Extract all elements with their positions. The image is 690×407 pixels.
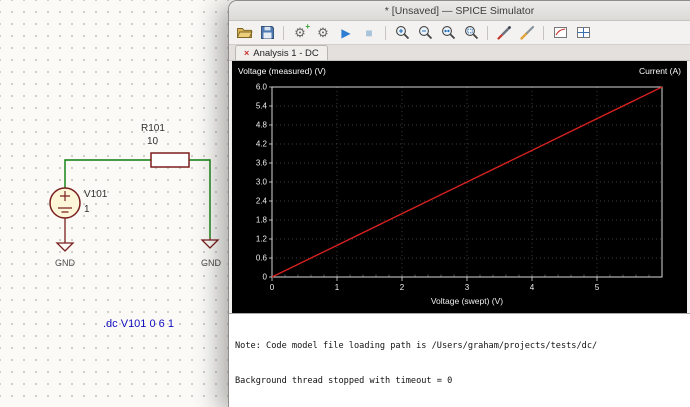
tune-icon xyxy=(519,24,536,41)
show-cursors-button[interactable] xyxy=(572,23,594,43)
open-folder-icon xyxy=(236,24,253,41)
plot-header: Voltage (measured) (V) Current (A) xyxy=(232,61,687,77)
svg-text:0: 0 xyxy=(270,283,275,292)
wire-right[interactable] xyxy=(189,160,210,238)
spice-simulator-window: * [Unsaved] — SPICE Simulator ⚙ + xyxy=(228,0,690,407)
tab-label: Analysis 1 - DC xyxy=(253,48,318,59)
gnd-triangle xyxy=(57,243,73,251)
svg-text:6.0: 6.0 xyxy=(256,83,268,92)
zoom-fit-screen-button[interactable] xyxy=(460,23,482,43)
open-workbook-button[interactable] xyxy=(233,23,255,43)
legend-chart-icon xyxy=(552,24,569,41)
svg-text:1.8: 1.8 xyxy=(256,216,268,225)
schematic-drawing: R101 10 V101 1 GND GND xyxy=(0,0,232,407)
svg-text:1: 1 xyxy=(335,283,340,292)
toolbar: ⚙ + ⚙ ▶ ■ xyxy=(229,21,690,45)
toolbar-separator xyxy=(543,26,544,40)
simulation-console: Note: Code model file loading path is /U… xyxy=(229,313,690,407)
plus-badge-icon: + xyxy=(305,22,310,31)
window-title: * [Unsaved] — SPICE Simulator xyxy=(385,5,534,17)
tab-bar: × Analysis 1 - DC xyxy=(229,45,690,61)
add-probe-button[interactable] xyxy=(493,23,515,43)
svg-text:3.0: 3.0 xyxy=(256,178,268,187)
resistor-reference[interactable]: R101 xyxy=(141,123,165,134)
zoom-out-icon xyxy=(417,24,434,41)
gnd-symbol-left[interactable]: GND xyxy=(55,218,76,268)
plot-svg[interactable]: 0 0.6 1.2 1.8 2.4 3.0 3.6 4.2 4.8 5.4 6.0 0 1 2 3 4 5 Vol… xyxy=(232,77,688,313)
play-icon: ▶ xyxy=(341,27,350,39)
plot-panel[interactable]: Voltage (measured) (V) Current (A) 0 0.6 1… xyxy=(232,61,687,313)
toolbar-separator xyxy=(283,26,284,40)
stop-simulation-button[interactable]: ■ xyxy=(358,23,380,43)
svg-text:2: 2 xyxy=(400,283,405,292)
svg-text:2.4: 2.4 xyxy=(256,197,268,206)
toolbar-separator xyxy=(385,26,386,40)
window-titlebar[interactable]: * [Unsaved] — SPICE Simulator xyxy=(229,1,690,21)
edit-analysis-button[interactable]: ⚙ xyxy=(312,23,334,43)
svg-text:0.6: 0.6 xyxy=(256,254,268,263)
stop-icon: ■ xyxy=(365,27,372,39)
screen: R101 10 V101 1 GND GND xyxy=(0,0,690,407)
left-axis-title: Voltage (measured) (V) xyxy=(238,66,326,76)
gnd-label[interactable]: GND xyxy=(55,258,76,268)
source-value[interactable]: 1 xyxy=(84,204,90,215)
x-axis-label: Voltage (swept) (V) xyxy=(431,296,503,306)
svg-text:0: 0 xyxy=(263,273,268,282)
voltage-source-V101[interactable]: V101 1 xyxy=(50,188,108,218)
zoom-fit-width-button[interactable] xyxy=(437,23,459,43)
toolbar-separator xyxy=(487,26,488,40)
zoom-fit-screen-icon xyxy=(463,24,480,41)
gnd-label[interactable]: GND xyxy=(201,258,222,268)
new-analysis-button[interactable]: ⚙ + xyxy=(289,23,311,43)
resistor-body[interactable] xyxy=(151,153,189,167)
show-legend-button[interactable] xyxy=(549,23,571,43)
tab-close-icon[interactable]: × xyxy=(244,48,249,58)
console-line: Background thread stopped with timeout =… xyxy=(235,376,690,388)
right-axis-title: Current (A) xyxy=(639,66,681,76)
zoom-fit-width-icon xyxy=(440,24,457,41)
tune-component-button[interactable] xyxy=(516,23,538,43)
svg-text:5: 5 xyxy=(595,283,600,292)
spice-directive[interactable]: .dc V101 0 6 1 xyxy=(103,318,174,330)
gnd-triangle xyxy=(202,240,218,248)
gear-icon: ⚙ xyxy=(317,26,329,39)
svg-text:4: 4 xyxy=(530,283,535,292)
svg-text:5.4: 5.4 xyxy=(256,102,268,111)
cursors-chart-icon xyxy=(575,24,592,41)
zoom-in-button[interactable] xyxy=(391,23,413,43)
console-line: Note: Code model file loading path is /U… xyxy=(235,341,690,353)
resistor-value[interactable]: 10 xyxy=(147,136,159,147)
save-icon xyxy=(259,24,276,41)
svg-text:4.2: 4.2 xyxy=(256,140,268,149)
gnd-symbol-right[interactable]: GND xyxy=(201,238,222,268)
source-reference[interactable]: V101 xyxy=(84,189,108,200)
svg-text:3: 3 xyxy=(465,283,470,292)
svg-text:1.2: 1.2 xyxy=(256,235,268,244)
svg-text:4.8: 4.8 xyxy=(256,121,268,130)
wire-left[interactable] xyxy=(65,160,151,188)
tab-analysis-1-dc[interactable]: × Analysis 1 - DC xyxy=(235,45,328,60)
run-simulation-button[interactable]: ▶ xyxy=(335,23,357,43)
gear-plus-icon: ⚙ xyxy=(294,26,306,39)
probe-icon xyxy=(496,24,513,41)
svg-text:3.6: 3.6 xyxy=(256,159,268,168)
save-workbook-button[interactable] xyxy=(256,23,278,43)
zoom-out-button[interactable] xyxy=(414,23,436,43)
zoom-in-icon xyxy=(394,24,411,41)
